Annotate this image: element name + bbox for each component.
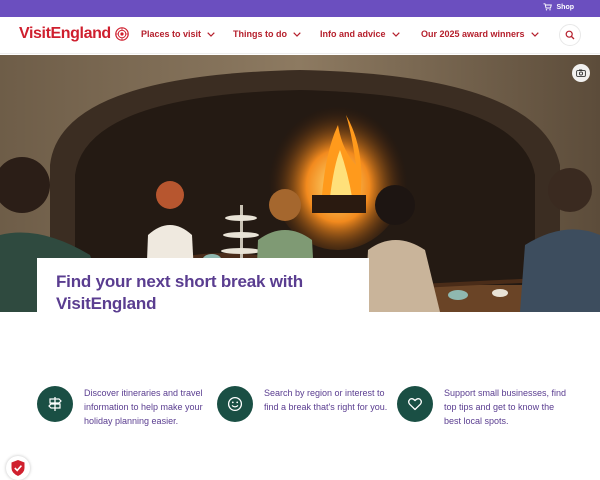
heart-icon bbox=[408, 398, 422, 411]
camera-icon bbox=[576, 69, 586, 77]
feature-itineraries: Discover itineraries and travel informat… bbox=[37, 386, 212, 428]
visitengland-logo[interactable]: VisitEngland bbox=[19, 25, 129, 43]
nav-places-to-visit[interactable]: Places to visit bbox=[141, 29, 215, 39]
smiley-icon bbox=[227, 396, 243, 412]
feature-text: Support small businesses, find top tips … bbox=[444, 388, 567, 426]
feature-text: Search by region or interest to find a b… bbox=[264, 388, 388, 412]
feature-search: Search by region or interest to find a b… bbox=[217, 386, 392, 422]
nav-label: Info and advice bbox=[320, 29, 386, 39]
chevron-down-icon bbox=[391, 31, 400, 37]
nav-label: Our 2025 award winners bbox=[421, 29, 525, 39]
feature-icon-circle bbox=[37, 386, 73, 422]
signpost-icon bbox=[48, 397, 62, 411]
rose-logo-icon bbox=[115, 27, 129, 41]
shield-check-icon bbox=[11, 460, 25, 476]
nav-things-to-do[interactable]: Things to do bbox=[233, 29, 301, 39]
chevron-down-icon bbox=[207, 31, 215, 37]
hero-headline-card: Find your next short break with VisitEng… bbox=[37, 258, 369, 313]
feature-text: Discover itineraries and travel informat… bbox=[84, 388, 203, 426]
photo-credit-button[interactable] bbox=[572, 64, 590, 82]
shop-link[interactable]: Shop bbox=[543, 3, 575, 11]
nav-info-and-advice[interactable]: Info and advice bbox=[320, 29, 400, 39]
search-button[interactable] bbox=[559, 24, 581, 46]
feature-support: Support small businesses, find top tips … bbox=[397, 386, 572, 428]
chevron-down-icon bbox=[530, 31, 539, 37]
feature-icon-circle bbox=[397, 386, 433, 422]
page-title: Find your next short break with VisitEng… bbox=[56, 272, 303, 313]
cart-icon bbox=[543, 3, 552, 11]
search-icon bbox=[565, 30, 575, 40]
logo-text: VisitEngland bbox=[19, 25, 111, 42]
nav-label: Places to visit bbox=[141, 29, 202, 39]
nav-label: Things to do bbox=[233, 29, 287, 39]
privacy-badge[interactable] bbox=[6, 456, 30, 480]
main-nav: VisitEngland Places to visit Things to d… bbox=[0, 17, 600, 54]
chevron-down-icon bbox=[293, 31, 301, 37]
utility-bar: Shop bbox=[0, 0, 600, 17]
nav-award-winners[interactable]: Our 2025 award winners bbox=[421, 29, 539, 39]
feature-icon-circle bbox=[217, 386, 253, 422]
shop-label: Shop bbox=[556, 3, 575, 11]
